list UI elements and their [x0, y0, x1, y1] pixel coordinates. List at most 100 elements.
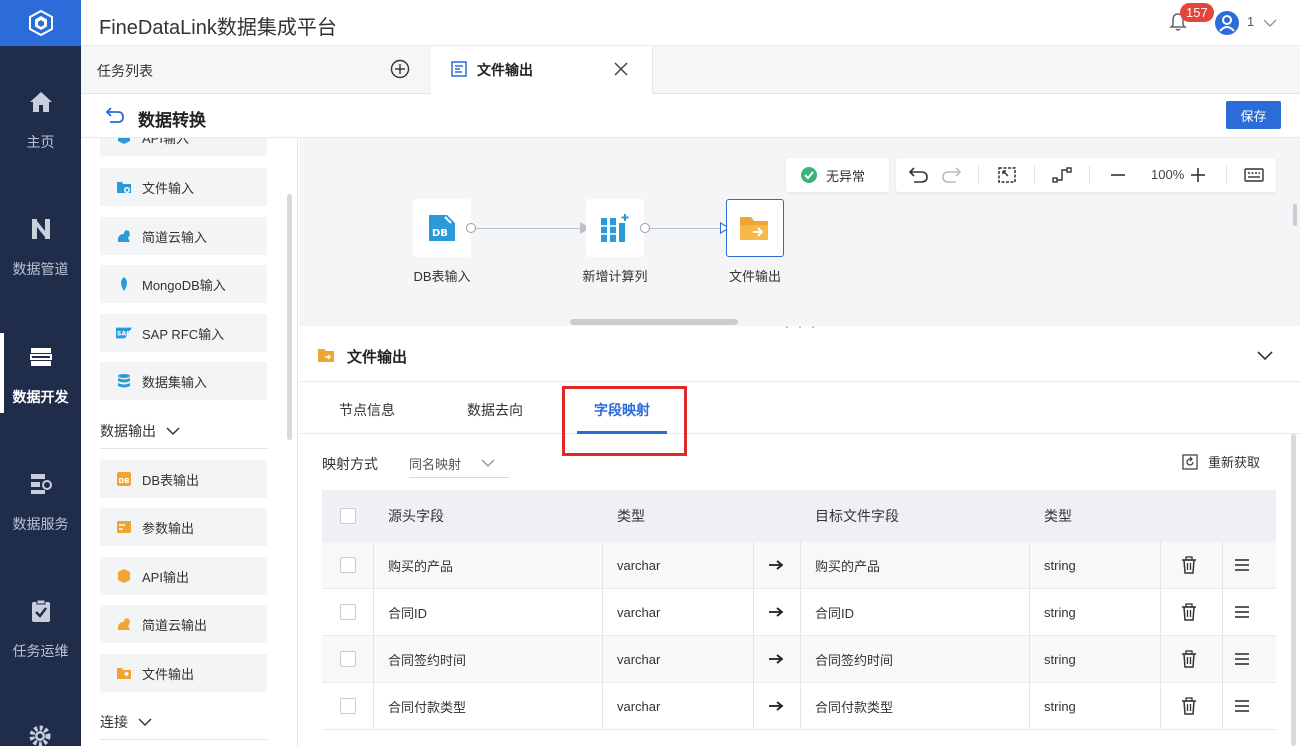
drag-handle-icon[interactable]: [1234, 542, 1250, 588]
delete-icon[interactable]: [1180, 636, 1198, 682]
chevron-down-icon: [166, 427, 180, 436]
node-port[interactable]: [640, 223, 650, 233]
header-target-type: 类型: [1044, 508, 1072, 524]
component-label: API输入: [142, 138, 189, 146]
drag-handle-icon[interactable]: [1234, 636, 1250, 682]
task-ops-icon: [27, 597, 55, 625]
row-checkbox[interactable]: [340, 557, 356, 573]
node-file-output[interactable]: [726, 199, 784, 257]
source-field: 合同ID: [388, 605, 428, 621]
tab-data-destination[interactable]: 数据去向: [467, 400, 523, 420]
delete-icon[interactable]: [1180, 542, 1198, 588]
keyboard-icon[interactable]: [1244, 166, 1264, 187]
tab-file-output[interactable]: 文件输出: [431, 46, 653, 94]
table-header: 源头字段 类型 目标文件字段 类型: [322, 490, 1276, 542]
close-icon[interactable]: [613, 61, 629, 80]
user-avatar-icon[interactable]: [1214, 10, 1240, 39]
component-mongodb-input[interactable]: MongoDB输入: [100, 265, 267, 303]
file-output-icon: [116, 665, 132, 681]
node-calc-column[interactable]: [586, 199, 644, 257]
canvas-v-scrollbar[interactable]: [1293, 204, 1297, 226]
fit-view-icon[interactable]: [997, 166, 1017, 187]
tab-task-list[interactable]: 任务列表: [97, 61, 153, 81]
redo-icon[interactable]: [941, 166, 962, 187]
nav-label: 数据开发: [12, 389, 69, 405]
app-logo[interactable]: [0, 0, 81, 46]
component-label: 参数输出: [142, 520, 195, 536]
nav-item-data-service[interactable]: 数据服务: [0, 470, 81, 570]
divider: [100, 448, 267, 449]
component-sap-input[interactable]: SAP SAP RFC输入: [100, 314, 267, 352]
flow-canvas[interactable]: 无异常 100% DB DB表输入 新增计算列 文件输出: [299, 138, 1300, 326]
component-param-output[interactable]: 参数输出: [100, 508, 267, 546]
chevron-down-icon[interactable]: [1256, 348, 1274, 364]
panel-scrollbar[interactable]: [287, 194, 292, 440]
divider: [100, 739, 267, 740]
component-api-output[interactable]: API输出: [100, 557, 267, 595]
component-db-output[interactable]: DB DB表输出: [100, 460, 267, 498]
refetch-button[interactable]: 重新获取: [1182, 452, 1260, 471]
mongodb-input-icon: [116, 276, 132, 292]
config-scrollbar[interactable]: [1291, 434, 1296, 746]
save-button[interactable]: 保存: [1226, 101, 1281, 129]
drag-handle-icon[interactable]: [1234, 589, 1250, 635]
section-data-output[interactable]: 数据输出: [100, 421, 180, 441]
component-file-input[interactable]: 文件输入: [100, 168, 267, 206]
tab-node-info[interactable]: 节点信息: [339, 400, 395, 420]
jdy-output-icon: [116, 616, 132, 632]
nav-item-home[interactable]: 主页: [0, 88, 81, 188]
zoom-in-icon[interactable]: [1189, 166, 1207, 187]
component-file-output[interactable]: 文件输出: [100, 654, 267, 692]
divider: [1034, 166, 1035, 184]
nav-item-pipeline[interactable]: 数据管道: [0, 215, 81, 315]
svg-text:SAP: SAP: [117, 331, 131, 338]
canvas-toolbar: 100%: [896, 158, 1276, 192]
source-field: 合同付款类型: [388, 699, 467, 715]
node-port[interactable]: [466, 223, 476, 233]
table-row[interactable]: 合同签约时间 varchar 合同签约时间 string: [322, 636, 1276, 683]
component-label: 简道云输出: [142, 617, 208, 633]
source-type: varchar: [617, 651, 661, 667]
delete-icon[interactable]: [1180, 589, 1198, 635]
auto-layout-icon[interactable]: [1052, 166, 1072, 187]
table-row[interactable]: 合同ID varchar 合同ID string: [322, 589, 1276, 636]
add-tab-icon[interactable]: [390, 59, 410, 82]
row-checkbox[interactable]: [340, 698, 356, 714]
nav-item-data-dev[interactable]: 数据开发: [0, 333, 81, 443]
zoom-out-icon[interactable]: [1109, 166, 1127, 187]
drag-handle-icon[interactable]: [1234, 683, 1250, 729]
component-label: SAP RFC输入: [142, 326, 225, 342]
component-jdy-input[interactable]: 简道云输入: [100, 217, 267, 255]
undo-icon[interactable]: [908, 166, 929, 187]
user-name[interactable]: 1: [1247, 14, 1254, 29]
target-type: string: [1044, 557, 1076, 573]
target-field: 合同ID: [815, 605, 855, 621]
refresh-icon: [1182, 453, 1198, 470]
component-label: 文件输入: [142, 180, 195, 196]
back-icon[interactable]: [105, 106, 125, 127]
settings-icon[interactable]: [28, 724, 52, 746]
target-type: string: [1044, 651, 1076, 667]
chevron-down-icon[interactable]: [1263, 15, 1277, 31]
node-db-input[interactable]: DB: [413, 199, 471, 257]
header-source-type: 类型: [617, 508, 645, 524]
table-row[interactable]: 合同付款类型 varchar 合同付款类型 string: [322, 683, 1276, 730]
nav-label: 数据管道: [12, 261, 69, 277]
section-connect[interactable]: 连接: [100, 712, 152, 732]
mapping-label: 映射方式: [322, 456, 378, 472]
select-all-checkbox[interactable]: [340, 508, 356, 524]
component-jdy-output[interactable]: 简道云输出: [100, 605, 267, 643]
delete-icon[interactable]: [1180, 683, 1198, 729]
row-checkbox[interactable]: [340, 651, 356, 667]
nav-item-task-ops[interactable]: 任务运维: [0, 597, 81, 697]
row-checkbox[interactable]: [340, 604, 356, 620]
canvas-h-scrollbar[interactable]: [570, 319, 738, 325]
table-row[interactable]: 购买的产品 varchar 购买的产品 string: [322, 542, 1276, 589]
mapping-select[interactable]: 同名映射: [409, 446, 509, 478]
target-field: 合同付款类型: [815, 699, 894, 715]
component-api-input[interactable]: API输入: [100, 138, 267, 156]
notification-badge: 157: [1180, 3, 1214, 22]
config-header[interactable]: 文件输出: [299, 330, 1300, 382]
component-dataset-input[interactable]: 数据集输入: [100, 362, 267, 400]
source-field: 购买的产品: [388, 558, 454, 574]
